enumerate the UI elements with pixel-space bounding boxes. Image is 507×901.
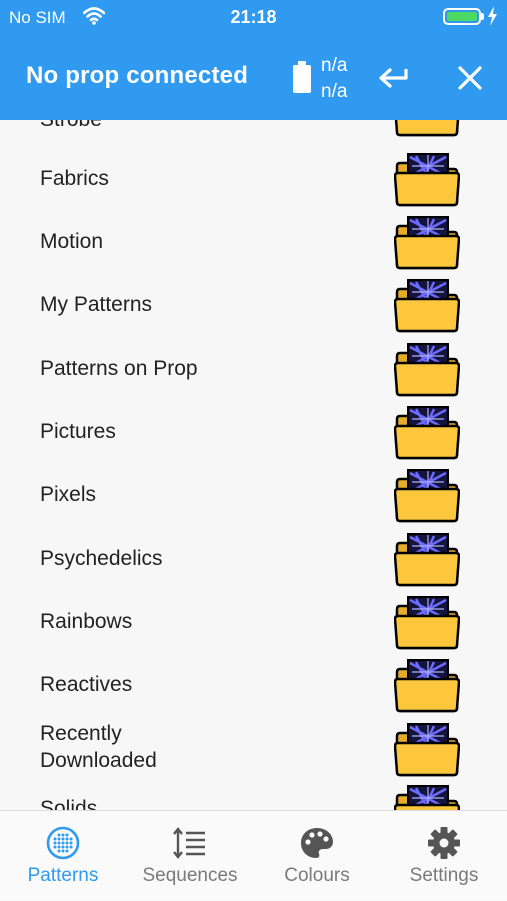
tab-sequences[interactable]: Sequences [127,811,253,901]
patterns-grid-icon [46,826,80,860]
prop-value-2: n/a [321,81,348,102]
list-item[interactable]: My Patterns [0,273,507,336]
folder-icon [394,215,460,270]
bottom-navigation: Patterns Sequences Colours Settings [0,810,507,900]
folder-icon [394,120,460,137]
pattern-folder-list[interactable]: Strobe Fabrics Motion My Patterns Patter… [0,120,507,810]
top-bar: No SIM 21:18 No prop connected n/a n/a [0,0,507,120]
list-item-label: Motion [40,230,104,253]
back-arrow-icon[interactable] [373,58,413,98]
list-item-label: My Patterns [40,293,153,316]
folder-icon [394,405,460,460]
page-title: No prop connected [26,62,249,89]
list-item-label-line1: Recently [40,722,122,745]
tab-label: Patterns [27,865,99,886]
list-item-label-line2: Downloaded [40,749,157,772]
list-item[interactable]: Patterns on Prop [0,337,507,400]
prop-value-1: n/a [321,55,348,76]
folder-icon [394,784,460,810]
tab-label: Colours [284,865,350,886]
list-item-label: Recently Downloaded [40,720,157,774]
list-item[interactable]: Solids [0,784,507,810]
list-item-label: Patterns on Prop [40,357,198,380]
list-item[interactable]: Fabrics [0,147,507,210]
close-icon[interactable] [451,58,489,98]
sequences-list-icon [173,827,205,859]
status-bar: No SIM 21:18 [0,0,507,34]
list-item[interactable]: Psychedelics [0,527,507,590]
list-item-label: Reactives [40,673,133,696]
list-item-label: Pictures [40,420,116,443]
list-item-label: Strobe [40,120,102,133]
folder-icon [394,658,460,713]
list-item-label: Pixels [40,483,97,506]
tab-settings[interactable]: Settings [381,811,507,901]
list-item[interactable]: Strobe [0,120,507,141]
folder-icon [394,595,460,650]
phone-battery-icon [443,8,481,25]
tab-colours[interactable]: Colours [254,811,380,901]
list-item-label: Solids [40,797,98,810]
list-item[interactable]: Pictures [0,400,507,463]
list-item[interactable]: Recently Downloaded [0,717,507,780]
list-item-label: Rainbows [40,610,133,633]
folder-icon [394,468,460,523]
phone-battery-tip [481,13,484,20]
charging-bolt-icon [488,6,497,26]
prop-status: n/a n/a [321,53,347,105]
list-item[interactable]: Motion [0,210,507,273]
palette-icon [301,828,333,858]
list-item[interactable]: Reactives [0,653,507,716]
folder-icon [394,532,460,587]
list-item[interactable]: Pixels [0,463,507,526]
folder-icon [394,722,460,777]
gear-icon [428,827,460,859]
list-item[interactable]: Rainbows [0,590,507,653]
tab-patterns[interactable]: Patterns [0,811,126,901]
tab-label: Settings [409,865,479,886]
tab-label: Sequences [142,865,238,886]
list-item-label: Psychedelics [40,547,163,570]
folder-icon [394,278,460,333]
clock: 21:18 [230,7,277,27]
prop-battery-icon [293,61,311,93]
folder-icon [394,152,460,207]
folder-icon [394,342,460,397]
list-item-label: Fabrics [40,167,109,190]
